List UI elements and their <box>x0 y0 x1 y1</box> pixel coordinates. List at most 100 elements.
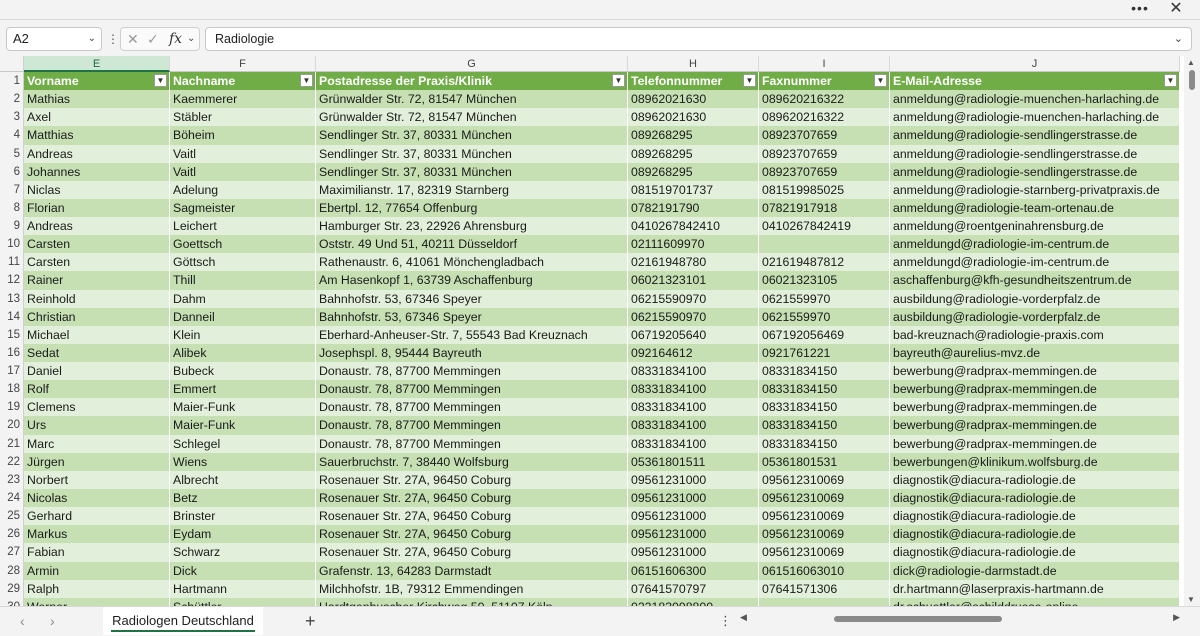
table-cell[interactable]: 061516063010 <box>759 561 890 580</box>
table-cell[interactable]: 09561231000 <box>628 507 759 526</box>
table-cell[interactable]: anmeldung@radiologie-sendlingerstrasse.d… <box>890 126 1180 145</box>
row-number[interactable]: 2 <box>0 90 24 109</box>
table-cell[interactable]: anmeldung@radiologie-sendlingerstrasse.d… <box>890 144 1180 163</box>
row-number[interactable]: 27 <box>0 543 24 562</box>
table-cell[interactable]: dick@radiologie-darmstadt.de <box>890 561 1180 580</box>
row-number[interactable]: 15 <box>0 325 24 344</box>
table-cell[interactable]: Oststr. 49 Und 51, 40211 Düsseldorf <box>316 235 628 254</box>
header-cell[interactable]: Telefonnummer ▼ <box>628 72 759 91</box>
table-cell[interactable]: Bahnhofstr. 53, 67346 Speyer <box>316 289 628 308</box>
table-cell[interactable]: Bahnhofstr. 53, 67346 Speyer <box>316 307 628 326</box>
table-cell[interactable]: aschaffenburg@kfh-gesundheitszentrum.de <box>890 271 1180 290</box>
row-number[interactable]: 18 <box>0 380 24 399</box>
table-cell[interactable]: Axel <box>24 108 170 127</box>
table-cell[interactable]: 095612310069 <box>759 543 890 562</box>
table-cell[interactable]: 08331834100 <box>628 398 759 417</box>
table-cell[interactable]: Bubeck <box>170 362 316 381</box>
scroll-up-icon[interactable]: ▲ <box>1187 58 1195 67</box>
row-number[interactable]: 3 <box>0 108 24 127</box>
table-cell[interactable]: 0410267842419 <box>759 217 890 236</box>
row-number[interactable]: 12 <box>0 271 24 290</box>
table-cell[interactable]: 0782191790 <box>628 198 759 218</box>
table-cell[interactable]: Sendlinger Str. 37, 80331 München <box>316 162 628 181</box>
table-cell[interactable]: bewerbung@radprax-memmingen.de <box>890 380 1180 399</box>
table-cell[interactable]: 06151606300 <box>628 561 759 580</box>
table-cell[interactable]: Matthias <box>24 126 170 145</box>
vertical-dots-icon[interactable]: ⋮ <box>719 613 732 629</box>
filter-dropdown-icon[interactable]: ▼ <box>874 74 887 87</box>
table-cell[interactable]: Hartmann <box>170 579 316 598</box>
prev-sheet-icon[interactable]: ‹ <box>20 613 25 629</box>
row-number[interactable]: 8 <box>0 198 24 218</box>
table-cell[interactable]: 089620216322 <box>759 108 890 127</box>
table-cell[interactable]: 09561231000 <box>628 525 759 544</box>
scroll-right-icon[interactable]: ▶ <box>1173 612 1180 623</box>
table-cell[interactable]: 089620216322 <box>759 90 890 109</box>
table-cell[interactable]: Rosenauer Str. 27A, 96450 Coburg <box>316 525 628 544</box>
table-cell[interactable]: bad-kreuznach@radiologie-praxis.com <box>890 325 1180 344</box>
column-header[interactable]: E <box>24 56 170 72</box>
table-cell[interactable]: Leichert <box>170 217 316 236</box>
name-box[interactable]: A2 ⌄ <box>6 27 102 51</box>
table-cell[interactable]: anmeldung@radiologie-sendlingerstrasse.d… <box>890 162 1180 181</box>
table-cell[interactable]: 08923707659 <box>759 126 890 145</box>
table-cell[interactable] <box>759 235 890 254</box>
table-cell[interactable]: Nicolas <box>24 488 170 508</box>
function-icon[interactable]: fx <box>169 28 182 50</box>
table-cell[interactable]: Milchhofstr. 1B, 79312 Emmendingen <box>316 579 628 598</box>
table-cell[interactable]: 095612310069 <box>759 470 890 489</box>
table-cell[interactable]: Andreas <box>24 144 170 163</box>
table-cell[interactable]: Rosenauer Str. 27A, 96450 Coburg <box>316 507 628 526</box>
cancel-icon[interactable]: ✕ <box>127 28 139 50</box>
table-cell[interactable]: Niclas <box>24 180 170 199</box>
table-cell[interactable]: anmeldung@radiologie-muenchen-harlaching… <box>890 90 1180 109</box>
table-cell[interactable]: Donaustr. 78, 87700 Memmingen <box>316 362 628 381</box>
table-cell[interactable]: 08331834100 <box>628 362 759 381</box>
table-cell[interactable]: Clemens <box>24 398 170 417</box>
close-icon[interactable]: ✕ <box>1166 0 1186 20</box>
table-cell[interactable]: Sagmeister <box>170 198 316 218</box>
row-number[interactable]: 24 <box>0 488 24 508</box>
table-cell[interactable]: 08331834150 <box>759 434 890 453</box>
table-cell[interactable]: diagnostik@diacura-radiologie.de <box>890 488 1180 508</box>
table-cell[interactable]: ausbildung@radiologie-vorderpfalz.de <box>890 289 1180 308</box>
row-number[interactable]: 26 <box>0 525 24 544</box>
row-number[interactable]: 6 <box>0 162 24 181</box>
header-cell[interactable]: E-Mail-Adresse ▼ <box>890 72 1180 91</box>
table-cell[interactable]: Reinhold <box>24 289 170 308</box>
table-cell[interactable]: Maier-Funk <box>170 398 316 417</box>
row-number[interactable]: 22 <box>0 452 24 471</box>
table-cell[interactable]: Eydam <box>170 525 316 544</box>
table-cell[interactable]: Brinster <box>170 507 316 526</box>
table-cell[interactable]: Ralph <box>24 579 170 598</box>
table-cell[interactable]: 06215590970 <box>628 307 759 326</box>
row-number[interactable]: 10 <box>0 235 24 254</box>
table-cell[interactable]: 05361801511 <box>628 452 759 471</box>
table-cell[interactable]: 07641570797 <box>628 579 759 598</box>
table-cell[interactable]: Donaustr. 78, 87700 Memmingen <box>316 434 628 453</box>
column-header[interactable]: G <box>316 56 628 72</box>
row-number[interactable]: 19 <box>0 398 24 417</box>
more-options-icon[interactable]: ••• <box>1130 0 1150 20</box>
table-cell[interactable]: Christian <box>24 307 170 326</box>
table-cell[interactable]: Grünwalder Str. 72, 81547 München <box>316 108 628 127</box>
table-cell[interactable]: Hardtgenbuscher Kirchweg 50, 51107 Köln <box>316 597 628 606</box>
table-cell[interactable]: Rosenauer Str. 27A, 96450 Coburg <box>316 488 628 508</box>
row-number[interactable]: 21 <box>0 434 24 453</box>
table-cell[interactable]: Norbert <box>24 470 170 489</box>
table-cell[interactable]: Rathenaustr. 6, 41061 Mönchengladbach <box>316 253 628 272</box>
vertical-dots-icon[interactable]: ⋮ <box>107 29 119 49</box>
table-cell[interactable]: Schwarz <box>170 543 316 562</box>
row-number[interactable]: 23 <box>0 470 24 489</box>
table-cell[interactable]: Carsten <box>24 253 170 272</box>
table-cell[interactable]: 08331834100 <box>628 380 759 399</box>
table-cell[interactable]: Mathias <box>24 90 170 109</box>
table-cell[interactable]: anmeldung@roentgeninahrensburg.de <box>890 217 1180 236</box>
table-cell[interactable]: anmeldung@radiologie-muenchen-harlaching… <box>890 108 1180 127</box>
table-cell[interactable]: Michael <box>24 325 170 344</box>
table-cell[interactable]: Danneil <box>170 307 316 326</box>
scroll-down-icon[interactable]: ▼ <box>1187 595 1195 604</box>
table-cell[interactable]: 021619487812 <box>759 253 890 272</box>
table-cell[interactable]: diagnostik@diacura-radiologie.de <box>890 470 1180 489</box>
table-cell[interactable]: Eberhard-Anheuser-Str. 7, 55543 Bad Kreu… <box>316 325 628 344</box>
